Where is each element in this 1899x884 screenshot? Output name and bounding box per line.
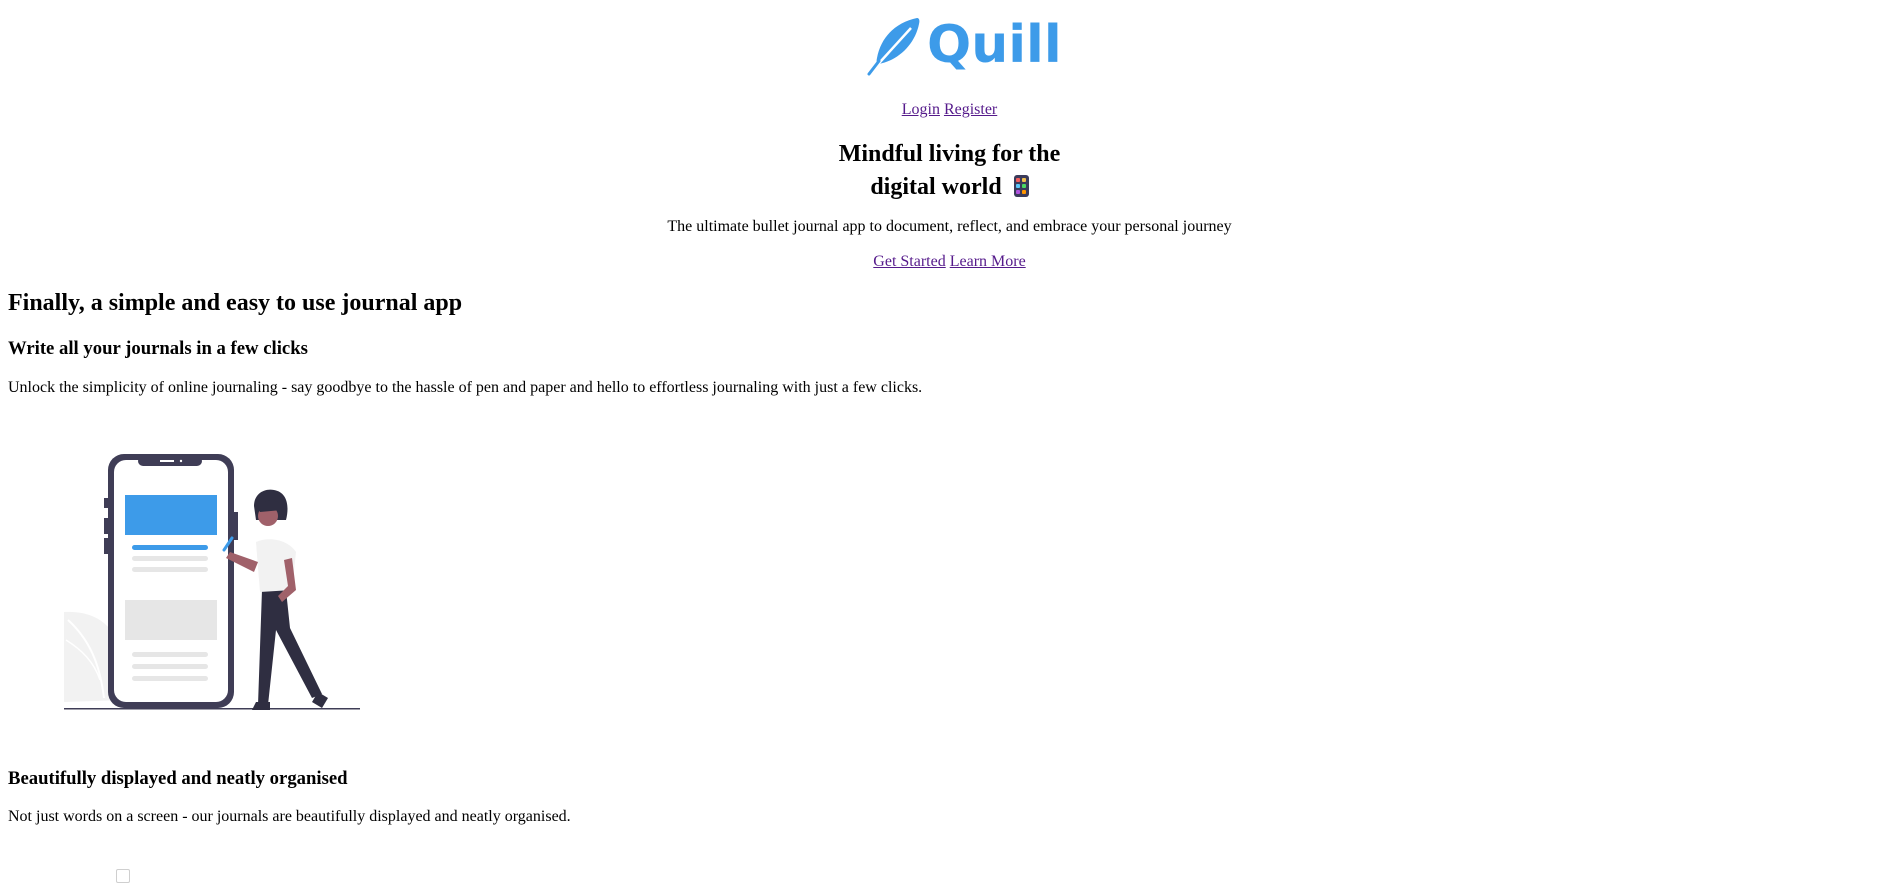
- woman-with-phone-illustration: [64, 454, 360, 710]
- hero-title: Mindful living for the digital world: [0, 138, 1899, 204]
- get-started-link[interactable]: Get Started: [873, 253, 945, 270]
- auth-nav: Login Register: [0, 101, 1899, 119]
- quill-logo: Quill: [865, 14, 1062, 76]
- feature-description: Not just words on a screen - our journal…: [8, 808, 571, 825]
- learn-more-link[interactable]: Learn More: [950, 253, 1026, 270]
- cta-nav: Get Started Learn More: [0, 253, 1899, 271]
- mobile-phone-emoji-icon: [1013, 175, 1029, 197]
- feather-icon: [867, 18, 920, 76]
- feature-description: Unlock the simplicity of online journali…: [8, 379, 923, 396]
- register-link[interactable]: Register: [944, 101, 997, 118]
- next-illustration-peek: [116, 869, 130, 883]
- feature-title: Beautifully displayed and neatly organis…: [8, 768, 348, 789]
- hero-subtitle: The ultimate bullet journal app to docum…: [667, 218, 1232, 235]
- features-heading: Finally, a simple and easy to use journa…: [8, 290, 463, 316]
- feature-title: Write all your journals in a few clicks: [8, 338, 308, 359]
- hero-title-line2: digital world: [870, 174, 1002, 200]
- login-link[interactable]: Login: [902, 101, 940, 118]
- hero-title-line1: Mindful living for the: [838, 141, 1061, 167]
- brand-name: Quill: [927, 15, 1062, 75]
